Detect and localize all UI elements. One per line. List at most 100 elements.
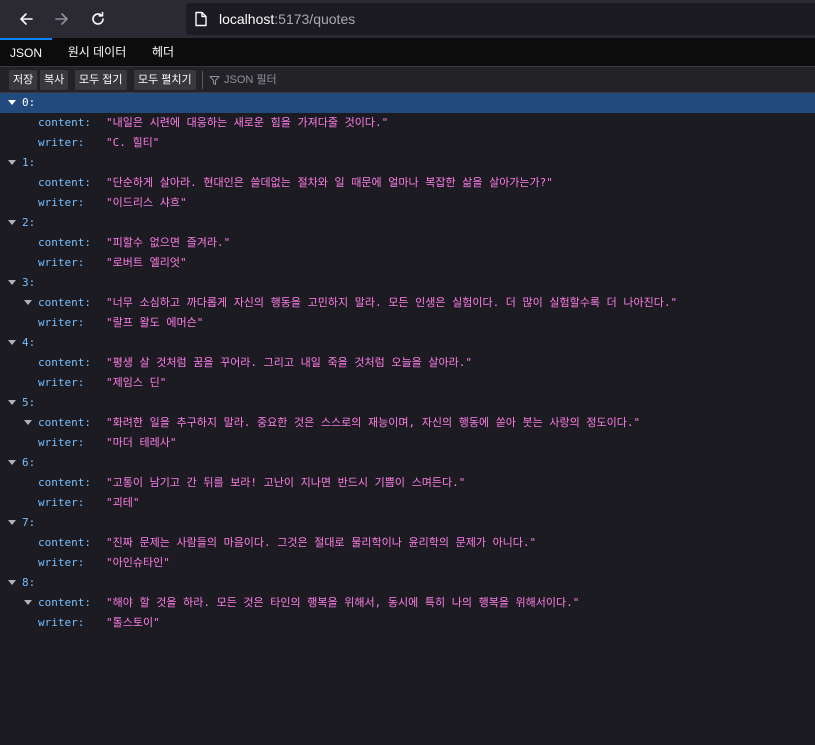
quote-content-row[interactable]: content: "진짜 문제는 사람들의 마음이다. 그것은 절대로 물리학이나… [0,533,815,553]
content-key: content: [38,116,91,129]
quote-content-row[interactable]: content: "내일은 시련에 대응하는 새로운 힘을 가져다줄 것이다." [0,113,815,133]
content-value: "평생 살 것처럼 꿈을 꾸어라. 그리고 내일 죽을 것처럼 오늘을 살아라.… [106,356,472,369]
writer-value: "랄프 왈도 에머슨" [106,316,204,329]
expand-twisty-icon[interactable] [8,100,16,105]
quote-writer-row[interactable]: writer: "괴테" [0,493,815,513]
content-key: content: [38,236,91,249]
url-bar[interactable]: localhost:5173/quotes [186,3,815,35]
quote-writer-row[interactable]: writer: "아인슈타인" [0,553,815,573]
filter-icon [209,76,220,85]
writer-value: "로버트 엘리엇" [106,256,187,269]
content-key: content: [38,536,91,549]
expand-twisty-icon[interactable] [8,280,16,285]
tab-raw-data[interactable]: 원시 데이터 [57,38,137,66]
arrow-left-icon [20,13,33,25]
quote-writer-row[interactable]: writer: "C. 힐티" [0,133,815,153]
filter-placeholder: JSON 필터 [224,74,277,86]
quote-index: 1: [22,156,36,169]
quote-content-row[interactable]: content: "고통이 남기고 간 뒤를 보라! 고난이 지나면 반드시 기쁨… [0,473,815,493]
quote-content-row[interactable]: content: "단순하게 살아라. 현대인은 쓸데없는 절차와 일 때문에 얼… [0,173,815,193]
expand-all-button[interactable]: 모두 펼치기 [134,70,196,90]
tab-headers[interactable]: 헤더 [143,38,183,66]
writer-key: writer: [38,496,85,509]
forward-button[interactable] [48,5,76,33]
quote-index: 8: [22,576,36,589]
content-key: content: [38,476,91,489]
quote-writer-row[interactable]: writer: "제임스 딘" [0,373,815,393]
quote-index-row[interactable]: 1: [0,153,815,173]
quote-index-row[interactable]: 3: [0,273,815,293]
quote-content-row[interactable]: content: "피할수 없으면 즐겨라." [0,233,815,253]
quote-index: 5: [22,396,36,409]
content-key: content: [38,356,91,369]
writer-value: "제임스 딘" [106,376,167,389]
quote-index-row[interactable]: 6: [0,453,815,473]
tab-json[interactable]: JSON [0,38,52,66]
page-icon [195,11,207,27]
quote-index: 3: [22,276,36,289]
quote-index-row[interactable]: 5: [0,393,815,413]
content-value: "너무 소심하고 까다롭게 자신의 행동을 고민하지 말라. 모든 인생은 실험… [106,296,678,309]
url-path: :5173/quotes [274,11,356,27]
writer-value: "아인슈타인" [106,556,170,569]
expand-twisty-icon[interactable] [24,420,32,425]
content-value: "진짜 문제는 사람들의 마음이다. 그것은 절대로 물리학이나 윤리학의 문제… [106,536,537,549]
expand-twisty-icon[interactable] [8,400,16,405]
expand-twisty-icon[interactable] [8,160,16,165]
json-tree: 0: content: "내일은 시련에 대응하는 새로운 힘을 가져다줄 것이다.… [0,93,815,633]
content-value: "피할수 없으면 즐겨라." [106,236,231,249]
quote-content-row[interactable]: content: "평생 살 것처럼 꿈을 꾸어라. 그리고 내일 죽을 것처럼 … [0,353,815,373]
quote-writer-row[interactable]: writer: "마더 테레사" [0,433,815,453]
content-value: "화려한 일을 추구하지 말라. 중요한 것은 스스로의 재능이며, 자신의 행… [106,416,641,429]
quote-index-row[interactable]: 2: [0,213,815,233]
writer-value: "톨스토이" [106,616,160,629]
writer-key: writer: [38,196,85,209]
quote-writer-row[interactable]: writer: "이드리스 샤흐" [0,193,815,213]
writer-key: writer: [38,316,85,329]
expand-twisty-icon[interactable] [8,220,16,225]
arrow-right-icon [55,13,68,25]
reload-button[interactable] [84,5,112,33]
back-button[interactable] [12,5,40,33]
content-key: content: [38,176,91,189]
quote-index-row[interactable]: 8: [0,573,815,593]
quote-writer-row[interactable]: writer: "랄프 왈도 에머슨" [0,313,815,333]
expand-twisty-icon[interactable] [8,520,16,525]
quote-index: 7: [22,516,36,529]
collapse-all-button[interactable]: 모두 접기 [75,70,127,90]
writer-key: writer: [38,556,85,569]
content-key: content: [38,416,91,429]
quote-writer-row[interactable]: writer: "톨스토이" [0,613,815,633]
writer-value: "이드리스 샤흐" [106,196,187,209]
expand-twisty-icon[interactable] [24,600,32,605]
expand-twisty-icon[interactable] [8,580,16,585]
save-button[interactable]: 저장 [9,70,38,90]
quote-content-row[interactable]: content: "화려한 일을 추구하지 말라. 중요한 것은 스스로의 재능이… [0,413,815,433]
quote-index: 0: [22,96,36,109]
content-value: "고통이 남기고 간 뒤를 보라! 고난이 지나면 반드시 기쁨이 스며든다." [106,476,466,489]
copy-button[interactable]: 복사 [40,70,69,90]
writer-key: writer: [38,376,85,389]
reload-icon [92,11,104,25]
url-host: localhost [219,11,275,27]
quote-content-row[interactable]: content: "너무 소심하고 까다롭게 자신의 행동을 고민하지 말라. 모… [0,293,815,313]
quote-index: 4: [22,336,36,349]
quote-index-row[interactable]: 0: [0,93,815,113]
expand-twisty-icon[interactable] [8,340,16,345]
writer-key: writer: [38,436,85,449]
quote-index-row[interactable]: 7: [0,513,815,533]
quote-index: 2: [22,216,36,229]
expand-twisty-icon[interactable] [24,300,32,305]
quote-content-row[interactable]: content: "해야 할 것을 하라. 모든 것은 타인의 행복을 위해서, … [0,593,815,613]
quote-writer-row[interactable]: writer: "로버트 엘리엇" [0,253,815,273]
writer-value: "C. 힐티" [106,136,160,149]
writer-key: writer: [38,256,85,269]
url-text: localhost:5173/quotes [219,10,355,28]
content-value: "해야 할 것을 하라. 모든 것은 타인의 행복을 위해서, 동시에 특히 나… [106,596,580,609]
viewer-tabs: JSON 원시 데이터 헤더 [0,38,815,67]
writer-value: "마더 테레사" [106,436,177,449]
quote-index-row[interactable]: 4: [0,333,815,353]
content-value: "내일은 시련에 대응하는 새로운 힘을 가져다줄 것이다." [106,116,389,129]
writer-key: writer: [38,136,85,149]
expand-twisty-icon[interactable] [8,460,16,465]
